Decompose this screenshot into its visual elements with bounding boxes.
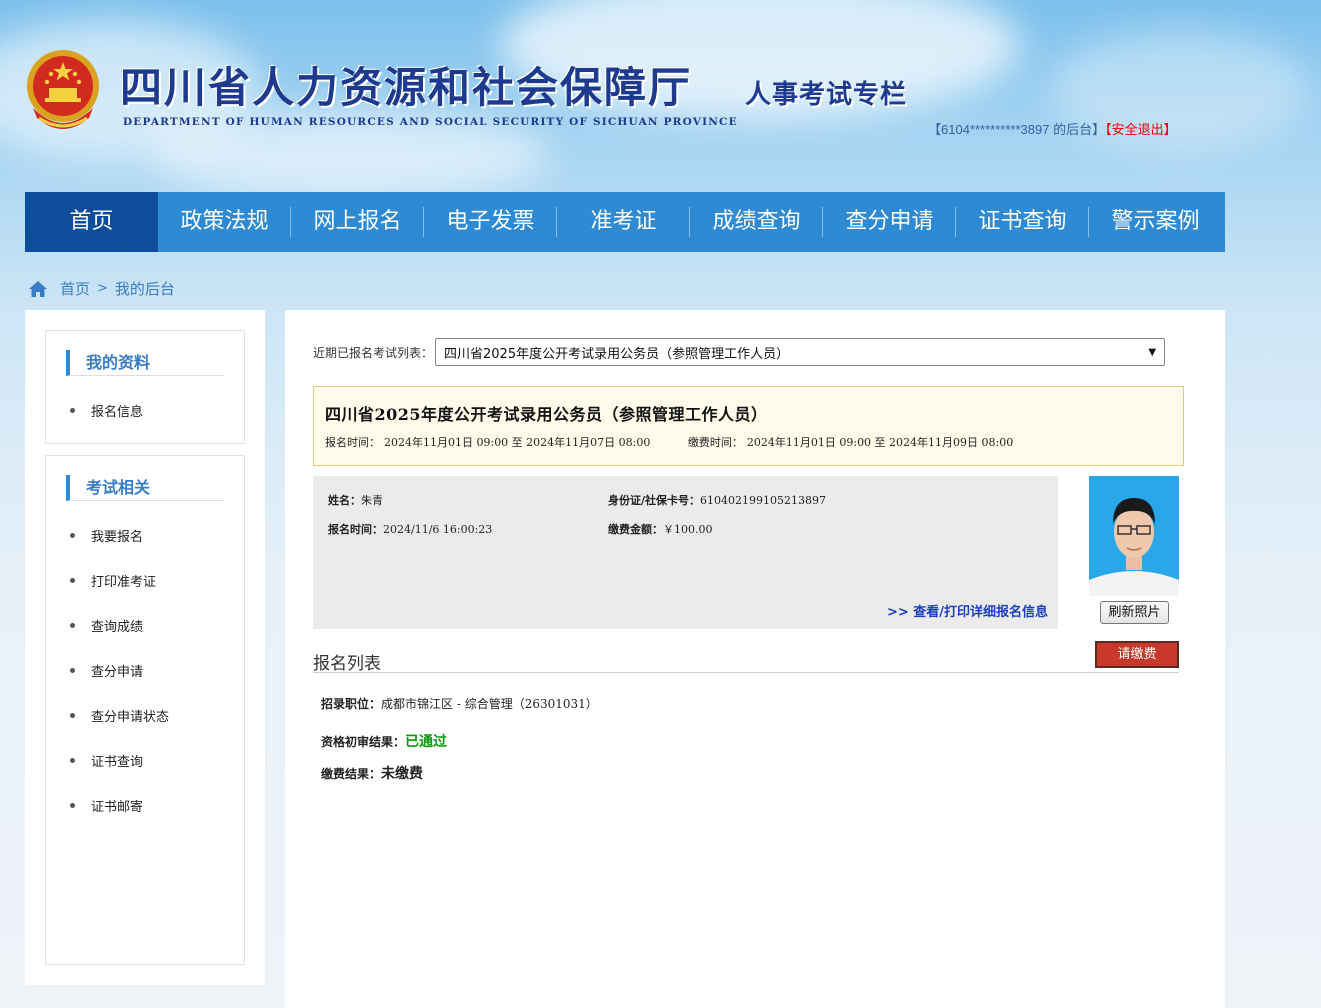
applicant-info-panel: 姓名：朱青 身份证/社保卡号：610402199105213897 报名时间：2… [313,476,1058,629]
payment-status: 未缴费 [381,766,424,782]
review-status-badge: 已通过 [405,734,448,750]
nav-item-score-query[interactable]: 成绩查询 [690,192,823,252]
fee-label: 缴费金额： [608,523,663,536]
position-label: 招录职位： [321,697,382,711]
sidebar-item-signup-info[interactable]: 报名信息 [70,401,143,420]
nav-item-home[interactable]: 首页 [25,192,158,252]
fee-amount: 缴费金额：￥100.00 [608,521,713,537]
applicant-portrait [1089,476,1179,596]
sidebar: 我的资料 报名信息 考试相关 我要报名 打印准考证 查询成绩 查分申请 查分申请… [25,310,265,985]
payment-label: 缴费结果： [321,767,382,781]
nav-item-score-review[interactable]: 查分申请 [823,192,956,252]
breadcrumb: 首页 > 我的后台 [28,278,175,299]
name-value: 朱青 [361,494,383,507]
user-id: 6104**********3897 [941,122,1050,137]
sidebar-item-certificate-mail[interactable]: 证书邮寄 [70,796,143,815]
reg-time-value: 2024年11月01日 09:00 至 2024年11月07日 08:00 [384,436,651,449]
breadcrumb-current[interactable]: 我的后台 [115,278,175,299]
review-label: 资格初审结果： [321,735,406,749]
main-content: 近期已报名考试列表： 四川省2025年度公开考试录用公务员（参照管理工作人员） … [285,310,1225,1008]
name-label: 姓名： [328,494,361,507]
registration-list-title: 报名列表 [313,654,381,674]
detail-info-link[interactable]: >> 查看/打印详细报名信息 [887,601,1048,620]
signup-time-value: 2024/11/6 16:00:23 [383,523,493,536]
column-title: 人事考试专栏 [745,80,908,110]
exam-select-row: 近期已报名考试列表： 四川省2025年度公开考试录用公务员（参照管理工作人员） … [313,338,1166,366]
sidebar-item-signup[interactable]: 我要报名 [70,526,143,545]
profile-section: 我的资料 报名信息 [45,330,245,444]
exam-select-value: 四川省2025年度公开考试录用公务员（参照管理工作人员） [444,346,790,362]
pay-button[interactable]: 请缴费 [1095,641,1179,668]
logout-link[interactable]: 【安全退出】 [1105,122,1177,137]
review-row: 资格初审结果：已通过 [321,731,447,751]
home-icon [29,280,47,297]
fee-value: ￥100.00 [663,523,713,536]
exam-section-title: 考试相关 [66,475,224,501]
sidebar-item-print-ticket[interactable]: 打印准考证 [70,571,156,590]
main-nav: 首页 政策法规 网上报名 电子发票 准考证 成绩查询 查分申请 证书查询 警示案… [25,192,1225,252]
refresh-photo-button[interactable]: 刷新照片 [1100,601,1169,624]
applicant-photo [1089,476,1179,596]
pay-time-label: 缴费时间： [687,436,743,449]
reg-time-label: 报名时间： [325,436,380,449]
user-info: 【6104**********3897 的后台】【安全退出】 [928,119,1177,138]
profile-section-title: 我的资料 [66,350,224,376]
divider [313,672,1179,673]
position-value: 成都市锦江区 - 综合管理（26301031） [381,697,598,711]
payment-row: 缴费结果：未缴费 [321,763,423,783]
user-prefix: 【 [928,122,942,137]
nav-item-online-signup[interactable]: 网上报名 [291,192,424,252]
nav-item-admission-ticket[interactable]: 准考证 [557,192,690,252]
nav-item-warning-cases[interactable]: 警示案例 [1089,192,1222,252]
id-value: 610402199105213897 [700,494,827,507]
breadcrumb-home[interactable]: 首页 [60,278,90,299]
sidebar-item-score-query[interactable]: 查询成绩 [70,616,143,635]
applicant-id: 身份证/社保卡号：610402199105213897 [608,492,826,508]
sidebar-item-review-status[interactable]: 查分申请状态 [70,706,169,725]
signup-time-label: 报名时间： [328,523,383,536]
signup-time: 报名时间：2024/11/6 16:00:23 [328,521,492,537]
site-title: 四川省人力资源和社会保障厅 [120,63,693,112]
breadcrumb-separator: > [97,281,108,296]
page-header: 四川省人力资源和社会保障厅 DEPARTMENT OF HUMAN RESOUR… [0,0,1321,190]
exam-times: 报名时间： 2024年11月01日 09:00 至 2024年11月07日 08:… [325,434,1017,450]
user-suffix: 的后台】 [1049,122,1106,137]
nav-item-policy[interactable]: 政策法规 [158,192,291,252]
pay-time-value: 2024年11月01日 09:00 至 2024年11月09日 08:00 [746,436,1014,449]
chevron-down-icon: ▼ [1148,346,1157,358]
applicant-name: 姓名：朱青 [328,492,383,508]
sidebar-item-score-review[interactable]: 查分申请 [70,661,143,680]
exam-section: 考试相关 我要报名 打印准考证 查询成绩 查分申请 查分申请状态 证书查询 证书… [45,455,245,965]
site-subtitle: DEPARTMENT OF HUMAN RESOURCES AND SOCIAL… [123,116,738,128]
exam-summary: 四川省2025年度公开考试录用公务员（参照管理工作人员） 报名时间： 2024年1… [313,386,1184,466]
position-row: 招录职位：成都市锦江区 - 综合管理（26301031） [321,695,598,712]
national-emblem-icon [27,50,99,129]
nav-item-e-invoice[interactable]: 电子发票 [424,192,557,252]
exam-title: 四川省2025年度公开考试录用公务员（参照管理工作人员） [325,405,768,424]
id-label: 身份证/社保卡号： [608,494,701,507]
exam-select-label: 近期已报名考试列表： [313,345,434,360]
exam-select[interactable]: 四川省2025年度公开考试录用公务员（参照管理工作人员） ▼ [435,338,1166,366]
sidebar-item-certificate-query[interactable]: 证书查询 [70,751,143,770]
nav-item-certificate-query[interactable]: 证书查询 [956,192,1089,252]
